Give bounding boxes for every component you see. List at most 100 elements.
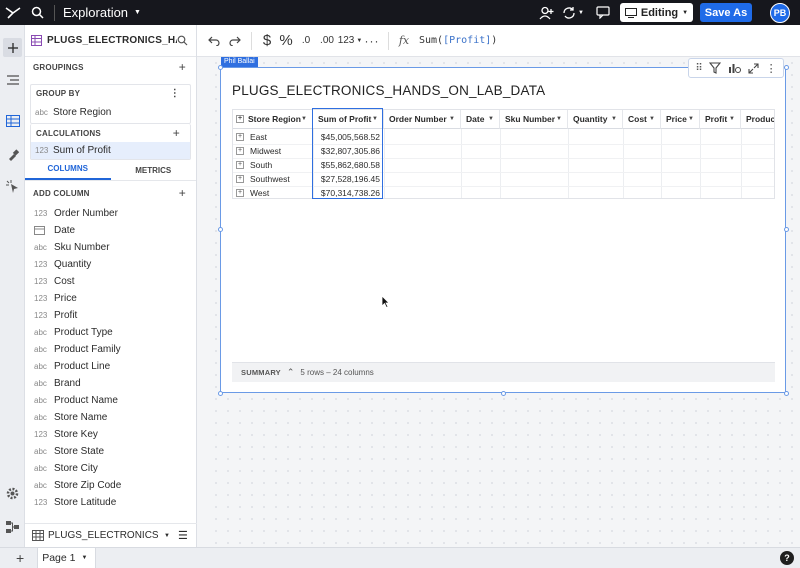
column-list-item[interactable]: 123 Store Latitude [25, 494, 196, 511]
expand-row-icon[interactable]: + [236, 147, 244, 155]
increase-decimals-button[interactable]: .00 [316, 25, 338, 57]
search-icon[interactable] [177, 35, 188, 46]
table-properties-icon[interactable] [3, 111, 22, 130]
expand-row-icon[interactable]: + [236, 161, 244, 169]
chevron-down-icon[interactable]: ▼ [488, 116, 494, 122]
chevron-down-icon[interactable]: ▼ [611, 116, 617, 122]
more-options-icon[interactable]: ⋮ [766, 62, 777, 75]
chart-icon[interactable] [728, 62, 742, 74]
profit-cell[interactable]: $55,862,680.58 [313, 158, 383, 172]
outline-icon[interactable] [3, 70, 22, 89]
avatar[interactable]: PB [770, 2, 790, 23]
save-as-button[interactable]: Save As [700, 3, 752, 22]
list-icon[interactable]: ☰ [178, 529, 188, 542]
table-row[interactable]: + Southwest [233, 172, 290, 186]
element-title[interactable]: PLUGS_ELECTRONICS_HANDS_ON_LAB_DATA [232, 83, 545, 98]
chevron-down-icon[interactable]: ▼ [449, 116, 455, 122]
filter-icon[interactable] [709, 62, 722, 74]
column-list-item[interactable]: abc Store Zip Code [25, 477, 196, 494]
add-calculation-icon[interactable]: + [173, 126, 180, 140]
table-row[interactable]: + South [233, 158, 272, 172]
expand-icon[interactable] [748, 62, 759, 74]
add-grouping-icon[interactable]: + [179, 60, 186, 74]
column-list-item[interactable]: 123 Quantity [25, 256, 196, 273]
add-user-icon[interactable] [536, 0, 558, 25]
bottom-data-source[interactable]: PLUGS_ELECTRONICS_H... ▼ ☰ [25, 523, 197, 547]
chevron-up-icon[interactable]: ⌃ [287, 367, 295, 378]
summary-bar[interactable]: SUMMARY ⌃ 5 rows – 24 columns [232, 362, 775, 382]
percent-format-button[interactable]: % [276, 25, 296, 57]
table-row[interactable]: + Midwest [233, 144, 281, 158]
resize-handle[interactable] [218, 391, 223, 396]
column-header[interactable]: Sku Number ▼ [500, 110, 568, 129]
add-element-icon[interactable] [3, 38, 22, 57]
profit-cell[interactable]: $27,528,196.45 [313, 172, 383, 186]
resize-handle[interactable] [784, 227, 789, 232]
tab-columns[interactable]: COLUMNS [25, 164, 111, 180]
formula-input[interactable]: Sum([Profit]) [419, 35, 497, 46]
expand-row-icon[interactable]: + [236, 133, 244, 141]
column-list-item[interactable]: abc Store City [25, 460, 196, 477]
data-lineage-icon[interactable] [3, 517, 22, 536]
help-button[interactable]: ? [780, 551, 794, 565]
comment-icon[interactable] [592, 0, 614, 25]
data-source-row[interactable]: PLUGS_ELECTRONICS_HAN... [25, 25, 196, 57]
expand-row-icon[interactable]: + [236, 175, 244, 183]
add-page-icon[interactable]: + [16, 550, 24, 566]
column-header[interactable]: Quantity ▼ [568, 110, 623, 129]
actions-cursor-icon[interactable] [3, 177, 22, 196]
column-list-item[interactable]: 123 Store Key [25, 426, 196, 443]
app-logo-icon[interactable] [0, 0, 26, 25]
redo-icon[interactable] [225, 25, 245, 57]
chevron-down-icon[interactable]: ▼ [688, 116, 694, 122]
column-header[interactable]: Price ▼ [661, 110, 700, 129]
resize-handle[interactable] [784, 391, 789, 396]
chevron-down-icon[interactable]: ▼ [729, 116, 735, 122]
undo-icon[interactable] [203, 25, 225, 57]
profit-cell[interactable]: $32,807,305.86 [313, 144, 383, 158]
column-list-item[interactable]: abc Product Type [25, 324, 196, 341]
column-header[interactable]: Profit ▼ [700, 110, 741, 129]
resize-handle[interactable] [784, 65, 789, 70]
profit-cell[interactable]: $70,314,738.26 [313, 186, 383, 198]
more-formats-icon[interactable]: ··· [362, 25, 382, 57]
column-list-item[interactable]: abc Sku Number [25, 239, 196, 256]
tab-metrics[interactable]: METRICS [111, 166, 197, 180]
column-list-item[interactable]: abc Store Name [25, 409, 196, 426]
column-list-item[interactable]: 123 Order Number [25, 205, 196, 222]
workbook-title-menu[interactable]: Exploration ▼ [63, 5, 141, 20]
resize-handle[interactable] [501, 391, 506, 396]
chevron-down-icon[interactable]: ▼ [556, 116, 562, 122]
column-header[interactable]: Cost ▼ [623, 110, 661, 129]
column-header[interactable]: Order Number ▼ [384, 110, 461, 129]
currency-format-button[interactable]: $ [258, 25, 276, 57]
column-list-item[interactable]: abc Store State [25, 443, 196, 460]
column-list-item[interactable]: 123 Cost [25, 273, 196, 290]
resize-handle[interactable] [218, 65, 223, 70]
decrease-decimals-button[interactable]: .0 [296, 25, 316, 57]
add-column-icon[interactable]: + [179, 186, 186, 200]
settings-gear-icon[interactable] [3, 484, 22, 503]
profit-cell[interactable]: $45,005,568.52 [313, 130, 383, 144]
column-header[interactable]: Sum of Profit ▼ [313, 110, 384, 129]
column-list-item[interactable]: abc Product Name [25, 392, 196, 409]
calculation-item[interactable]: 123 Sum of Profit [31, 142, 190, 159]
search-icon[interactable] [26, 0, 48, 25]
more-options-icon[interactable]: ⋮ [170, 88, 180, 99]
page-tab[interactable]: Page 1 ▼ [37, 547, 97, 568]
column-list-item[interactable]: abc Product Line [25, 358, 196, 375]
column-list-item[interactable]: abc Brand [25, 375, 196, 392]
expand-all-icon[interactable]: + [236, 115, 244, 123]
resize-handle[interactable] [218, 227, 223, 232]
column-list-item[interactable]: 123 Profit [25, 307, 196, 324]
table-row[interactable]: + East [233, 130, 267, 144]
group-by-column[interactable]: abc Store Region [31, 102, 190, 123]
drag-handle-icon[interactable]: ⠿ [695, 63, 702, 74]
chevron-down-icon[interactable]: ▼ [164, 533, 170, 539]
chevron-down-icon[interactable]: ▼ [81, 555, 87, 561]
column-list-item[interactable]: Date [25, 222, 196, 239]
editing-mode-button[interactable]: Editing ▼ [620, 3, 693, 22]
table-row[interactable]: + West [233, 186, 269, 198]
refresh-icon[interactable]: ▼ [558, 0, 588, 25]
format-brush-icon[interactable] [3, 145, 22, 164]
